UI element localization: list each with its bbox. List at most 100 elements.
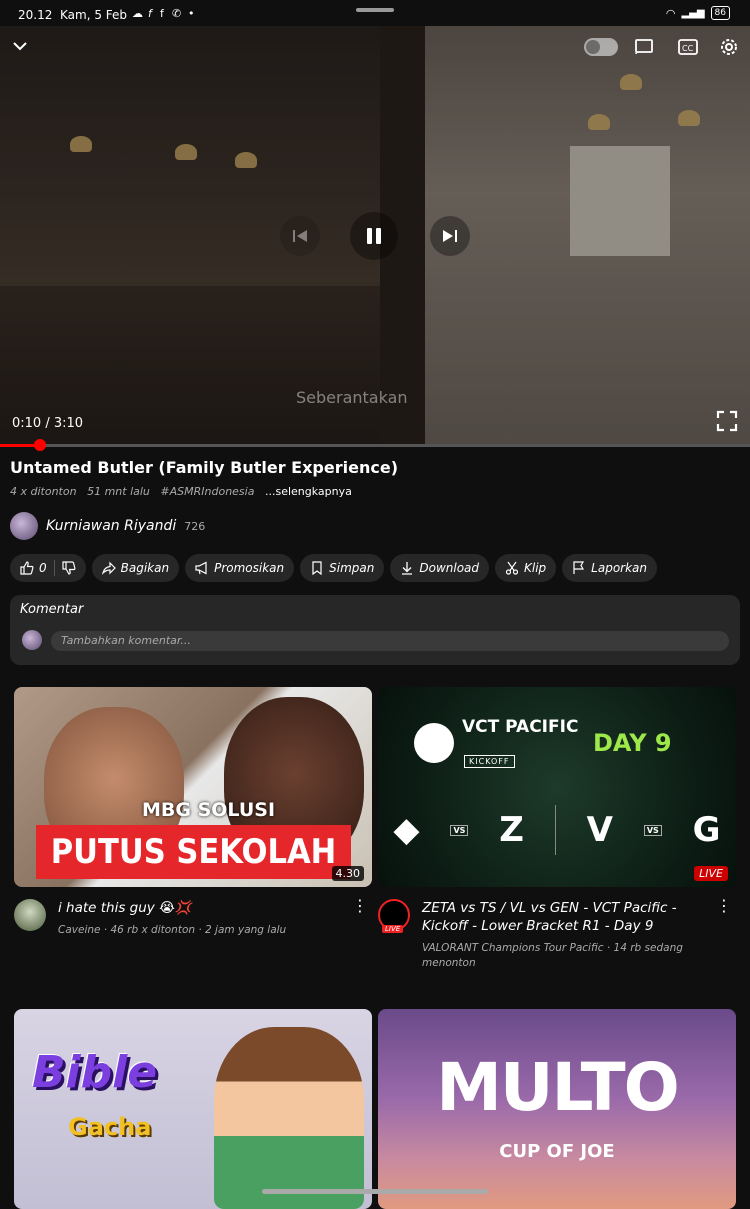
pause-icon bbox=[586, 40, 600, 54]
status-bar: 20.12 Kam, 5 Feb ☁ f f ✆ • ◠ ▂▄▆ 86 bbox=[0, 0, 750, 28]
report-label: Laporkan bbox=[591, 561, 648, 575]
autoplay-toggle[interactable] bbox=[584, 38, 618, 56]
home-indicator[interactable] bbox=[262, 1189, 488, 1194]
channel-avatar[interactable] bbox=[14, 899, 46, 931]
progress-scrubber[interactable] bbox=[33, 439, 46, 451]
thumbs-down-icon[interactable] bbox=[62, 561, 76, 575]
skip-previous-icon bbox=[293, 230, 307, 242]
video-card-stats: Caveine · 46 rb x ditonton · 2 jam yang … bbox=[58, 924, 287, 936]
report-button[interactable]: Laporkan bbox=[562, 554, 658, 582]
view-count: 4 x ditonton bbox=[10, 485, 77, 498]
video-card-stats: VALORANT Champions Tour Pacific · 14 rb … bbox=[422, 942, 683, 969]
video-player[interactable]: CC Seberantakan bbox=[0, 26, 750, 446]
user-avatar bbox=[22, 630, 42, 650]
cast-icon bbox=[635, 39, 653, 55]
thumbnail-subtitle: CUP OF JOE bbox=[499, 1141, 615, 1162]
megaphone-icon bbox=[195, 561, 207, 575]
thumbnail-divider bbox=[554, 805, 556, 855]
captions-icon: CC bbox=[678, 39, 698, 55]
chip-divider bbox=[53, 560, 55, 576]
vs-label: VS bbox=[643, 824, 662, 836]
share-label: Bagikan bbox=[120, 561, 170, 575]
comment-input[interactable]: Tambahkan komentar... bbox=[51, 631, 729, 651]
kebab-menu-icon: ⋮ bbox=[716, 896, 732, 915]
minimize-button[interactable] bbox=[10, 36, 30, 60]
drag-handle[interactable] bbox=[356, 8, 394, 12]
upload-age: 51 mnt lalu bbox=[87, 485, 150, 498]
thumbnail-teams: ◆ VS Z V VS G bbox=[378, 805, 736, 855]
thumbnail-subtitle: MBG SOLUSI bbox=[142, 799, 276, 821]
action-bar: 0 Bagikan Promosikan Simpan Download Kli… bbox=[10, 554, 658, 582]
vct-logo-icon bbox=[414, 723, 454, 763]
vs-label: VS bbox=[450, 824, 469, 836]
progress-bar[interactable] bbox=[0, 439, 750, 451]
team-vl-icon: V bbox=[586, 810, 613, 850]
settings-button[interactable] bbox=[718, 36, 740, 62]
avatar-live-badge: LIVE bbox=[382, 925, 404, 933]
channel-name[interactable]: Kurniawan Riyandi bbox=[46, 518, 176, 534]
next-button[interactable] bbox=[430, 216, 470, 256]
bookmark-icon bbox=[312, 561, 322, 575]
video-card-title[interactable]: i hate this guy 😭💢 bbox=[58, 899, 348, 917]
team-ts-icon: ◆ bbox=[393, 810, 420, 850]
status-date: Kam, 5 Feb bbox=[60, 8, 128, 22]
comments-panel[interactable]: Komentar Tambahkan komentar... bbox=[10, 595, 740, 665]
promote-label: Promosikan bbox=[214, 561, 285, 575]
battery-indicator: 86 bbox=[710, 6, 730, 20]
clip-label: Klip bbox=[524, 561, 547, 575]
video-card[interactable]: MBG SOLUSI PUTUS SEKOLAH 4.30 i hate thi… bbox=[14, 687, 372, 979]
pause-button[interactable] bbox=[350, 212, 398, 260]
download-label: Download bbox=[419, 561, 480, 575]
channel-avatar[interactable] bbox=[10, 512, 38, 540]
save-label: Simpan bbox=[329, 561, 375, 575]
video-thumbnail[interactable]: MBG SOLUSI PUTUS SEKOLAH 4.30 bbox=[14, 687, 372, 887]
video-card-title[interactable]: ZETA vs TS / VL vs GEN - VCT Pacific - K… bbox=[422, 899, 712, 935]
video-thumbnail[interactable]: MULTO CUP OF JOE bbox=[378, 1009, 736, 1209]
thumbnail-title: MULTO bbox=[436, 1049, 680, 1126]
more-options-button[interactable]: ⋮ bbox=[352, 898, 368, 914]
time-display: 0:10 / 3:10 bbox=[12, 416, 84, 431]
save-button[interactable]: Simpan bbox=[300, 554, 385, 582]
flag-icon bbox=[573, 561, 585, 574]
thumbnail-title: Bible bbox=[32, 1047, 158, 1098]
status-time: 20.12 bbox=[18, 8, 53, 22]
comments-header: Komentar bbox=[20, 602, 84, 617]
video-thumbnail[interactable]: Bible Gacha bbox=[14, 1009, 372, 1209]
share-button[interactable]: Bagikan bbox=[91, 554, 180, 582]
download-button[interactable]: Download bbox=[390, 554, 490, 582]
thumbnail-character bbox=[214, 1027, 364, 1209]
clip-button[interactable]: Klip bbox=[495, 554, 557, 582]
gear-icon bbox=[721, 39, 737, 55]
video-watermark: Seberantakan bbox=[296, 388, 408, 407]
whatsapp-icon: ✆ bbox=[172, 7, 182, 20]
facebook-icon: f bbox=[160, 7, 164, 20]
show-more-link[interactable]: ...selengkapnya bbox=[265, 485, 352, 498]
video-info: i hate this guy 😭💢 Caveine · 46 rb x dit… bbox=[14, 898, 372, 979]
hashtag[interactable]: #ASMRIndonesia bbox=[160, 485, 254, 498]
thumbnail-day: DAY 9 bbox=[593, 729, 672, 757]
team-gen-icon: G bbox=[692, 810, 721, 850]
video-card[interactable]: Bible Gacha bbox=[14, 1009, 372, 1209]
channel-row[interactable]: Kurniawan Riyandi 726 bbox=[10, 512, 205, 540]
thumbnail-subtitle: Gacha bbox=[68, 1113, 152, 1141]
previous-button[interactable] bbox=[280, 216, 320, 256]
captions-button[interactable]: CC bbox=[678, 38, 698, 60]
cast-button[interactable] bbox=[634, 38, 654, 60]
thumbs-up-icon[interactable] bbox=[20, 561, 34, 575]
video-card[interactable]: MULTO CUP OF JOE bbox=[378, 1009, 736, 1209]
video-thumbnail[interactable]: VCT PACIFIC KICKOFF DAY 9 ◆ VS Z V VS G … bbox=[378, 687, 736, 887]
svg-text:CC: CC bbox=[682, 44, 694, 53]
video-title[interactable]: Untamed Butler (Family Butler Experience… bbox=[10, 458, 398, 477]
fullscreen-icon bbox=[716, 410, 738, 432]
video-card[interactable]: VCT PACIFIC KICKOFF DAY 9 ◆ VS Z V VS G … bbox=[378, 687, 736, 979]
video-meta[interactable]: 4 x ditonton 51 mnt lalu #ASMRIndonesia … bbox=[10, 485, 352, 498]
fullscreen-button[interactable] bbox=[716, 410, 738, 436]
promote-button[interactable]: Promosikan bbox=[185, 554, 295, 582]
more-options-button[interactable]: ⋮ bbox=[716, 896, 732, 915]
thumbnail-brand: VCT PACIFIC bbox=[462, 717, 579, 737]
live-badge: LIVE bbox=[694, 866, 728, 881]
facebook-icon: f bbox=[148, 7, 152, 20]
scissors-icon bbox=[505, 561, 519, 575]
team-zeta-icon: Z bbox=[499, 810, 524, 850]
duration-badge: 4.30 bbox=[331, 866, 364, 881]
